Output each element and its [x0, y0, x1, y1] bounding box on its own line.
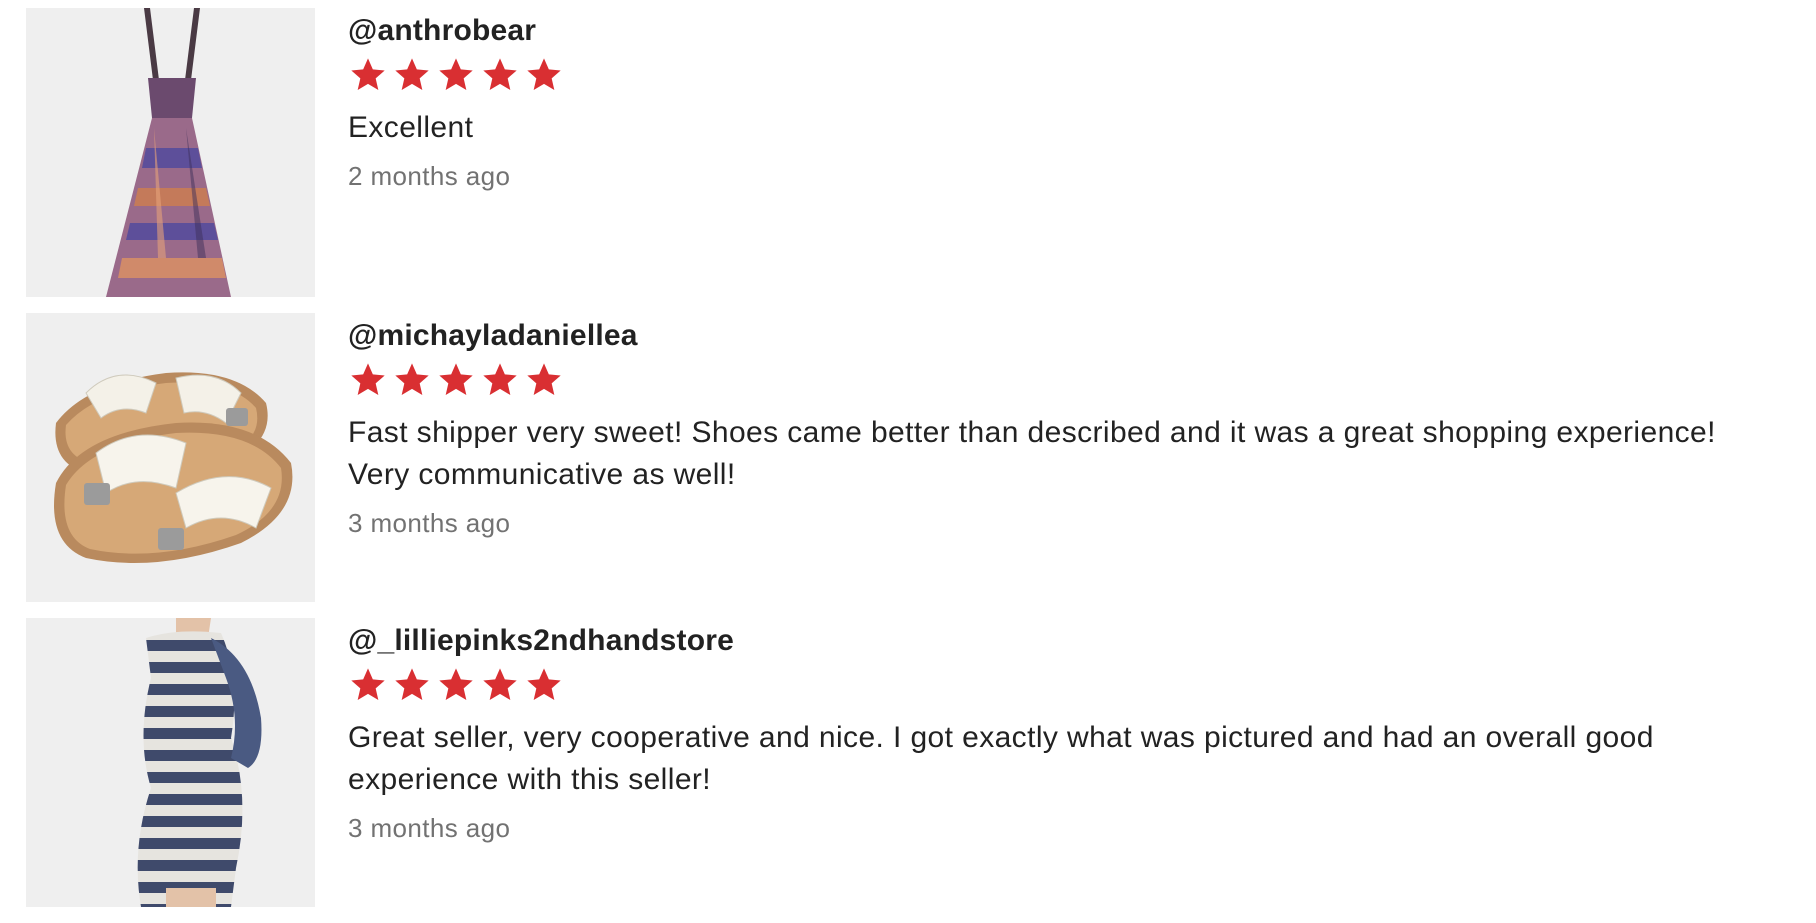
reviewer-username[interactable]: @_lilliepinks2ndhandstore: [348, 623, 1806, 659]
star-icon: [392, 360, 436, 400]
star-icon: [480, 665, 524, 705]
review-content: @michayladaniellea Fast shipper very swe…: [348, 313, 1806, 602]
star-icon: [348, 665, 392, 705]
star-icon: [524, 55, 568, 95]
reviews-list: @anthrobear Excellent 2 months ago @mich…: [26, 8, 1806, 923]
maxi-dress-image: [26, 8, 315, 297]
review-text: Fast shipper very sweet! Shoes came bett…: [348, 416, 1716, 491]
review-text: Great seller, very cooperative and nice.…: [348, 721, 1654, 796]
review-content: @_lilliepinks2ndhandstore Great seller, …: [348, 618, 1806, 907]
star-icon: [480, 360, 524, 400]
reviewer-username[interactable]: @anthrobear: [348, 13, 1806, 49]
star-icon: [524, 665, 568, 705]
review-timestamp: 2 months ago: [348, 161, 511, 191]
product-thumbnail-maxi-dress[interactable]: [26, 8, 315, 297]
striped-dress-image: [26, 618, 315, 907]
star-icon: [524, 360, 568, 400]
product-thumbnail-sandals[interactable]: [26, 313, 315, 602]
star-icon: [436, 360, 480, 400]
review-item: @michayladaniellea Fast shipper very swe…: [26, 313, 1806, 602]
review-content: @anthrobear Excellent 2 months ago: [348, 8, 1806, 297]
review-item: @anthrobear Excellent 2 months ago: [26, 8, 1806, 297]
star-rating: [348, 55, 1806, 95]
star-rating: [348, 360, 1806, 400]
star-icon: [436, 665, 480, 705]
review-timestamp: 3 months ago: [348, 813, 511, 843]
sandals-image: [26, 313, 315, 602]
star-icon: [348, 55, 392, 95]
review-text: Excellent: [348, 111, 474, 144]
star-icon: [348, 360, 392, 400]
star-icon: [392, 55, 436, 95]
star-icon: [480, 55, 524, 95]
star-icon: [436, 55, 480, 95]
review-item: @_lilliepinks2ndhandstore Great seller, …: [26, 618, 1806, 907]
star-rating: [348, 665, 1806, 705]
star-icon: [392, 665, 436, 705]
reviewer-username[interactable]: @michayladaniellea: [348, 318, 1806, 354]
product-thumbnail-striped-dress[interactable]: [26, 618, 315, 907]
review-timestamp: 3 months ago: [348, 508, 511, 538]
